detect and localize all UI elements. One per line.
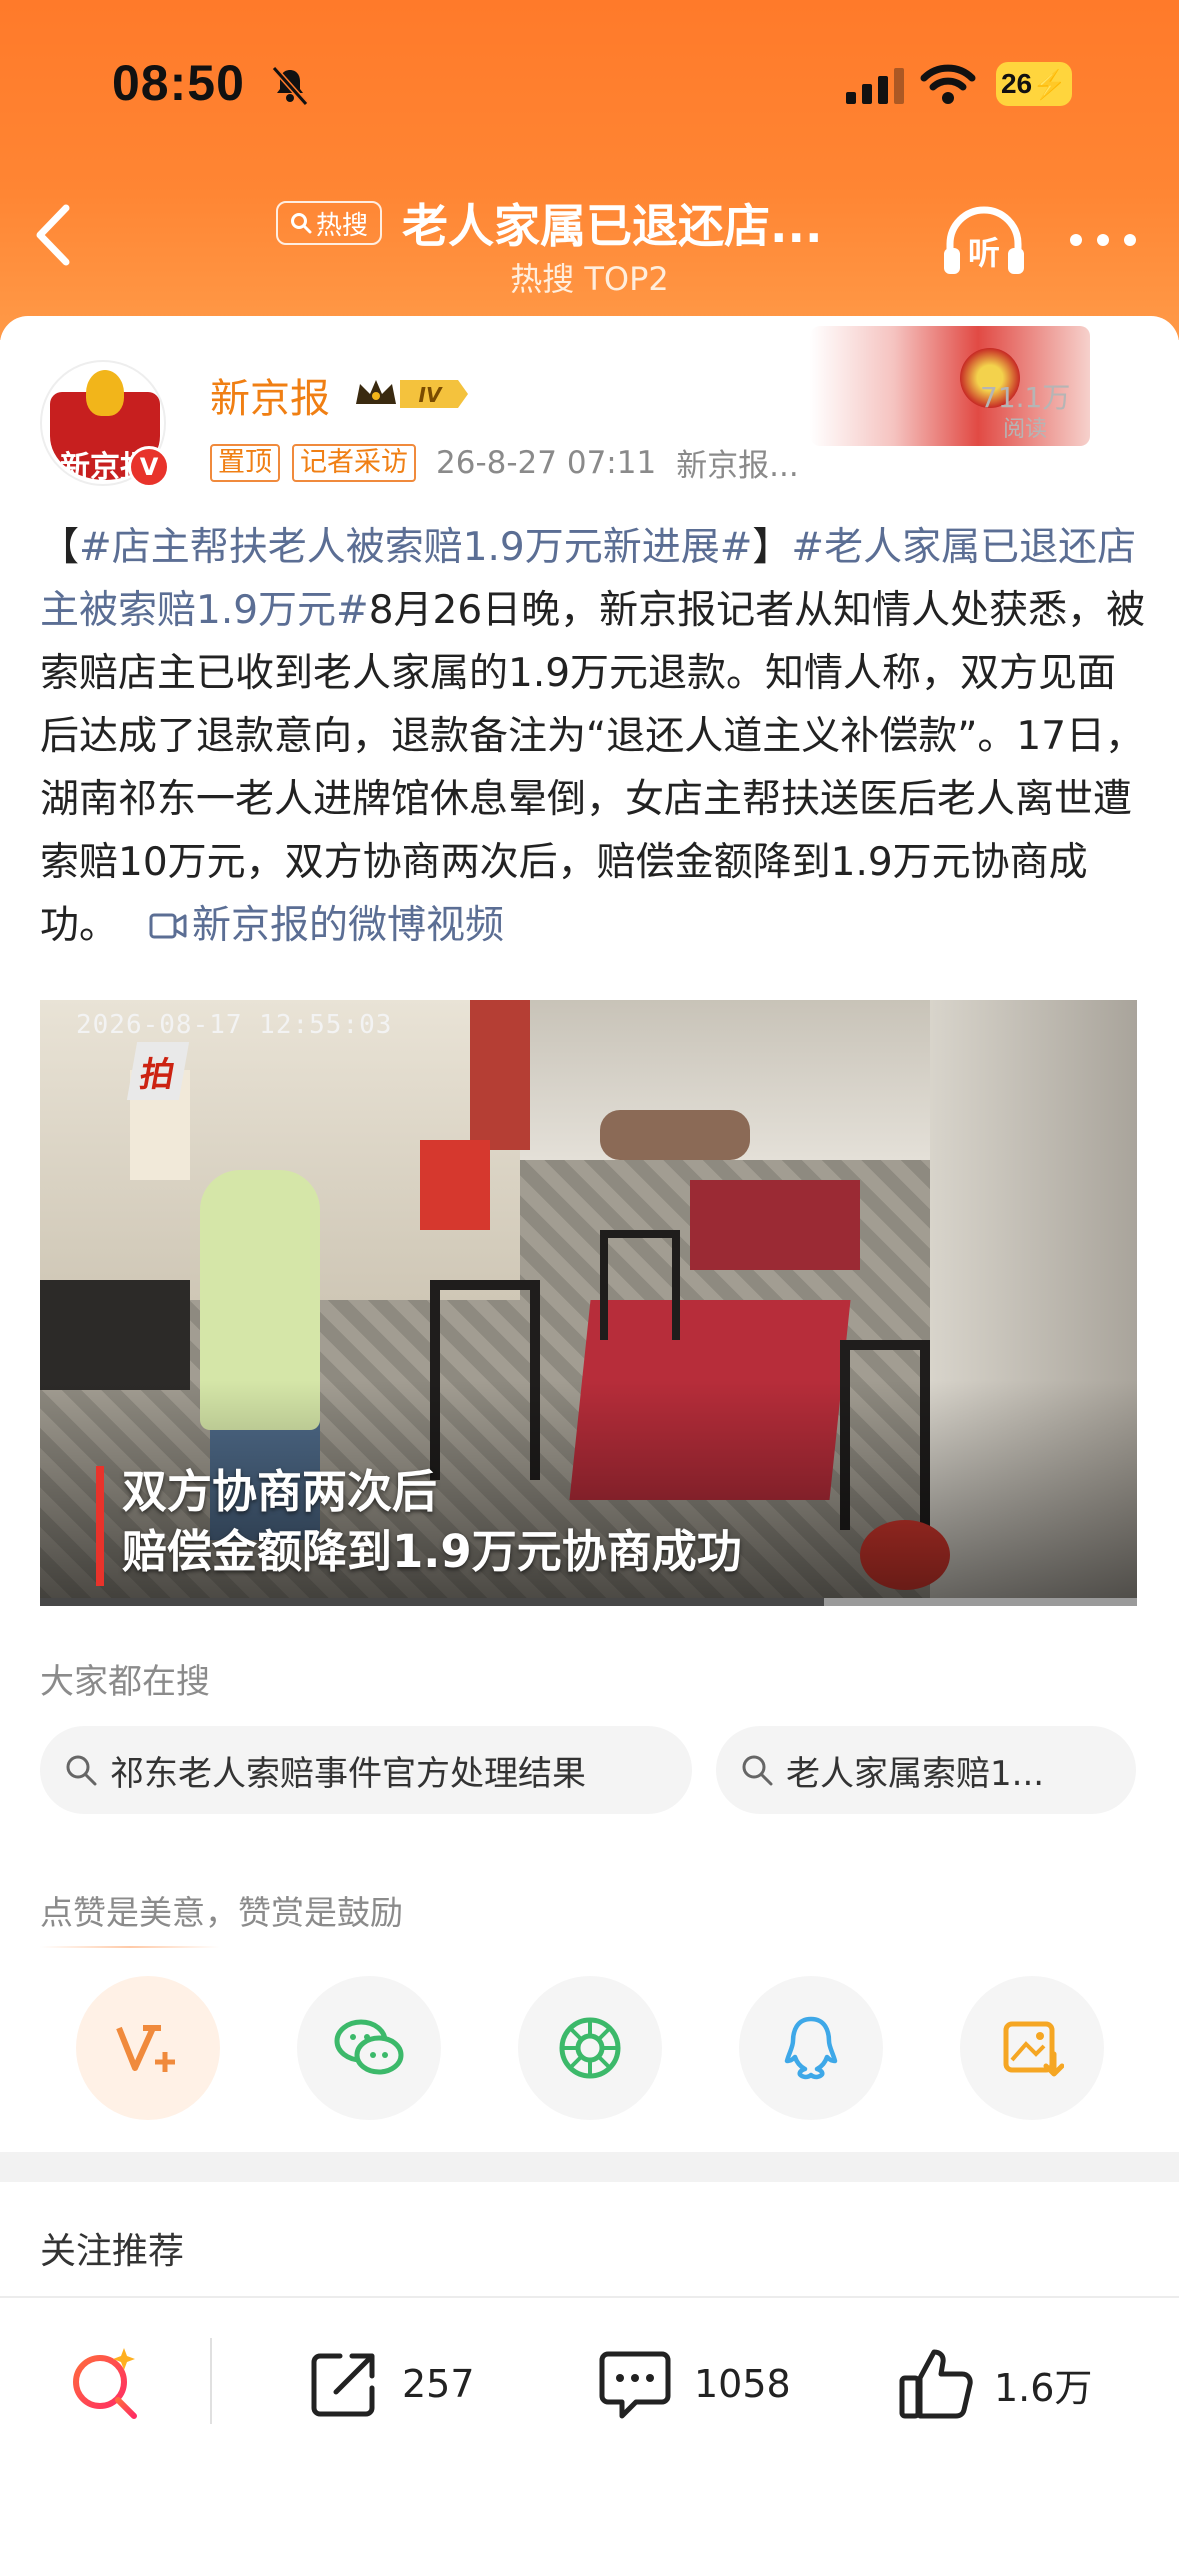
searching-section-title: 大家都在搜 bbox=[40, 1662, 210, 1702]
cellular-signal-icon bbox=[846, 68, 904, 104]
repost-button[interactable]: 257 bbox=[306, 2334, 475, 2434]
wechat-icon bbox=[334, 2019, 404, 2075]
read-count: 71.1万 阅读 bbox=[980, 382, 1070, 446]
qq-icon bbox=[784, 2016, 838, 2080]
save-image-button[interactable] bbox=[960, 1976, 1104, 2120]
search-sparkle-icon[interactable] bbox=[66, 2344, 146, 2424]
video-caption-line-1: 双方协商两次后 bbox=[122, 1465, 438, 1518]
pinned-tag: 置顶 bbox=[210, 443, 280, 482]
like-button[interactable]: 1.6万 bbox=[898, 2334, 1092, 2434]
search-suggestion-chip[interactable]: 老人家属索赔1... bbox=[716, 1726, 1136, 1814]
nav-bar: 热搜 老人家属已退还店... 热搜 TOP2 听 bbox=[0, 170, 1179, 300]
v-plus-icon bbox=[116, 2025, 175, 2072]
video-progress-bar[interactable] bbox=[40, 1598, 1137, 1606]
author-name[interactable]: 新京报 bbox=[210, 366, 330, 424]
post-meta: 置顶 记者采访 26-8-27 07:11 新京报... bbox=[210, 440, 799, 485]
hot-search-badge: 热搜 bbox=[276, 201, 383, 245]
search-suggestion-text: 老人家属索赔1... bbox=[786, 1753, 1045, 1794]
interview-tag: 记者采访 bbox=[292, 443, 416, 482]
header: 08:50 26 ⚡ 热搜 老人家属已退还店... 热搜 TOP2 听 bbox=[0, 0, 1179, 340]
thumbs-up-icon bbox=[899, 2349, 973, 2419]
appreciate-text: 点赞是美意，赞赏是鼓励 bbox=[40, 1893, 403, 1932]
video-logo: 拍 bbox=[126, 1042, 190, 1100]
search-icon bbox=[291, 213, 312, 234]
video-player[interactable]: 2026-08-17 12:55:03 拍 双方协商两次后 赔偿金额降到1.9万… bbox=[40, 1000, 1137, 1606]
hot-badge-label: 热搜 bbox=[316, 210, 369, 241]
read-count-value: 71.1万 bbox=[980, 381, 1071, 414]
search-suggestion-text: 祁东老人索赔事件官方处理结果 bbox=[110, 1753, 586, 1794]
status-bar: 08:50 26 ⚡ bbox=[0, 50, 1179, 130]
comment-icon bbox=[599, 2351, 671, 2419]
video-caption: 双方协商两次后 赔偿金额降到1.9万元协商成功 bbox=[122, 1462, 742, 1582]
post-timestamp: 26-8-27 07:11 bbox=[436, 444, 657, 481]
v-plus-reward-button[interactable] bbox=[76, 1976, 220, 2120]
verified-badge-icon: V bbox=[128, 446, 170, 488]
crown-level-badge-icon: IV bbox=[356, 380, 468, 408]
video-link[interactable]: 新京报的微博视频 bbox=[192, 903, 504, 948]
page-title: 老人家属已退还店... bbox=[402, 199, 823, 253]
post-card: 71.1万 阅读 新京报 V 新京报 IV 置顶 记者采访 26-8-27 07… bbox=[0, 316, 1179, 2272]
follow-recommend-title: 关注推荐 bbox=[40, 2231, 185, 2272]
search-icon bbox=[742, 1755, 773, 1786]
search-icon bbox=[66, 1755, 97, 1786]
bell-muted-icon bbox=[271, 66, 309, 106]
like-count: 1.6万 bbox=[994, 2365, 1093, 2410]
share-wechat-button[interactable] bbox=[297, 1976, 441, 2120]
post-body-text: 8月26日晚，新京报记者从知情人处获悉，被索赔店主已收到老人家属的1.9万元退款… bbox=[40, 588, 1146, 948]
search-suggestion-chip[interactable]: 祁东老人索赔事件官方处理结果 bbox=[40, 1726, 692, 1814]
post-body: 【#店主帮扶老人被索赔1.9万元新进展#】#老人家属已退还店主被索赔1.9万元#… bbox=[40, 525, 1146, 948]
save-image-icon bbox=[1003, 2021, 1064, 2077]
topic-link[interactable]: #店主帮扶老人被索赔1.9万元新进展# bbox=[79, 525, 752, 570]
bottom-action-bar: 257 1058 1.6万 bbox=[0, 2296, 1179, 2556]
repost-icon bbox=[311, 2353, 375, 2417]
more-options-icon[interactable] bbox=[1066, 228, 1140, 252]
share-qq-button[interactable] bbox=[739, 1976, 883, 2120]
video-caption-line-2: 赔偿金额降到1.9万元协商成功 bbox=[122, 1525, 742, 1578]
comment-button[interactable]: 1058 bbox=[596, 2334, 791, 2434]
repost-count: 257 bbox=[402, 2362, 475, 2406]
comment-count: 1058 bbox=[694, 2362, 791, 2406]
video-progress-fill bbox=[40, 1598, 825, 1606]
listen-headphones-icon[interactable]: 听 bbox=[940, 206, 1028, 278]
video-timestamp: 2026-08-17 12:55:03 bbox=[76, 1010, 393, 1040]
nav-title-row: 热搜 老人家属已退还店... bbox=[276, 188, 822, 258]
listen-label: 听 bbox=[968, 234, 1000, 272]
video-camera-icon bbox=[149, 913, 187, 939]
battery-indicator: 26 ⚡ bbox=[996, 62, 1072, 106]
read-count-label: 阅读 bbox=[1003, 417, 1048, 442]
section-divider bbox=[0, 2152, 1179, 2182]
post-source[interactable]: 新京报... bbox=[676, 440, 799, 485]
moments-icon bbox=[559, 2017, 621, 2079]
wifi-icon bbox=[920, 64, 976, 104]
status-time: 08:50 bbox=[112, 55, 245, 111]
share-moments-button[interactable] bbox=[518, 1976, 662, 2120]
level-label: IV bbox=[419, 383, 443, 407]
